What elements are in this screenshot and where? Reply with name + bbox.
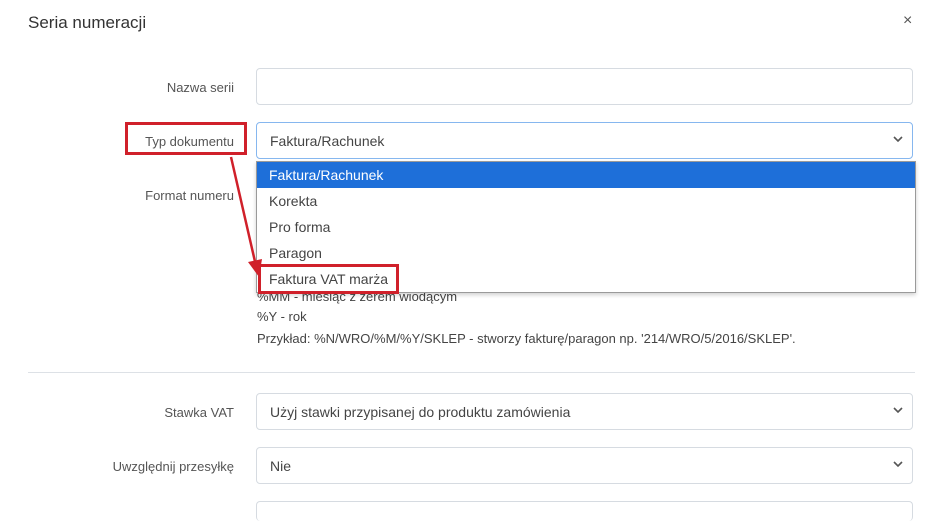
series-name-input[interactable] [256, 68, 913, 105]
chevron-down-icon [893, 136, 903, 143]
doc-type-select[interactable]: Faktura/Rachunek [256, 122, 913, 159]
shipping-value: Nie [270, 458, 292, 474]
dropdown-option[interactable]: Faktura VAT marża [257, 266, 915, 292]
number-format-label: Format numeru [145, 188, 234, 203]
dropdown-option[interactable]: Korekta [257, 188, 915, 214]
chevron-down-icon [893, 407, 903, 414]
close-icon[interactable]: × [903, 12, 912, 30]
doc-type-label: Typ dokumentu [145, 134, 234, 149]
doc-type-value: Faktura/Rachunek [270, 133, 385, 149]
help-example: Przykład: %N/WRO/%M/%Y/SKLEP - stworzy f… [257, 331, 796, 346]
modal-title: Seria numeracji [28, 13, 147, 32]
next-field-partial[interactable] [256, 501, 913, 521]
shipping-select[interactable]: Nie [256, 447, 913, 484]
shipping-label: Uwzględnij przesyłkę [112, 459, 234, 474]
doc-type-dropdown: Faktura/Rachunek Korekta Pro forma Parag… [256, 161, 916, 293]
dropdown-option[interactable]: Paragon [257, 240, 915, 266]
series-name-label: Nazwa serii [166, 80, 234, 95]
dropdown-option[interactable]: Pro forma [257, 214, 915, 240]
vat-rate-value: Użyj stawki przypisanej do produktu zamó… [270, 404, 571, 420]
vat-rate-select[interactable]: Użyj stawki przypisanej do produktu zamó… [256, 393, 913, 430]
section-divider [28, 372, 915, 373]
dropdown-option[interactable]: Faktura/Rachunek [257, 162, 915, 188]
help-line: %Y - rok [257, 309, 307, 324]
vat-rate-label: Stawka VAT [164, 405, 234, 420]
chevron-down-icon [893, 461, 903, 468]
